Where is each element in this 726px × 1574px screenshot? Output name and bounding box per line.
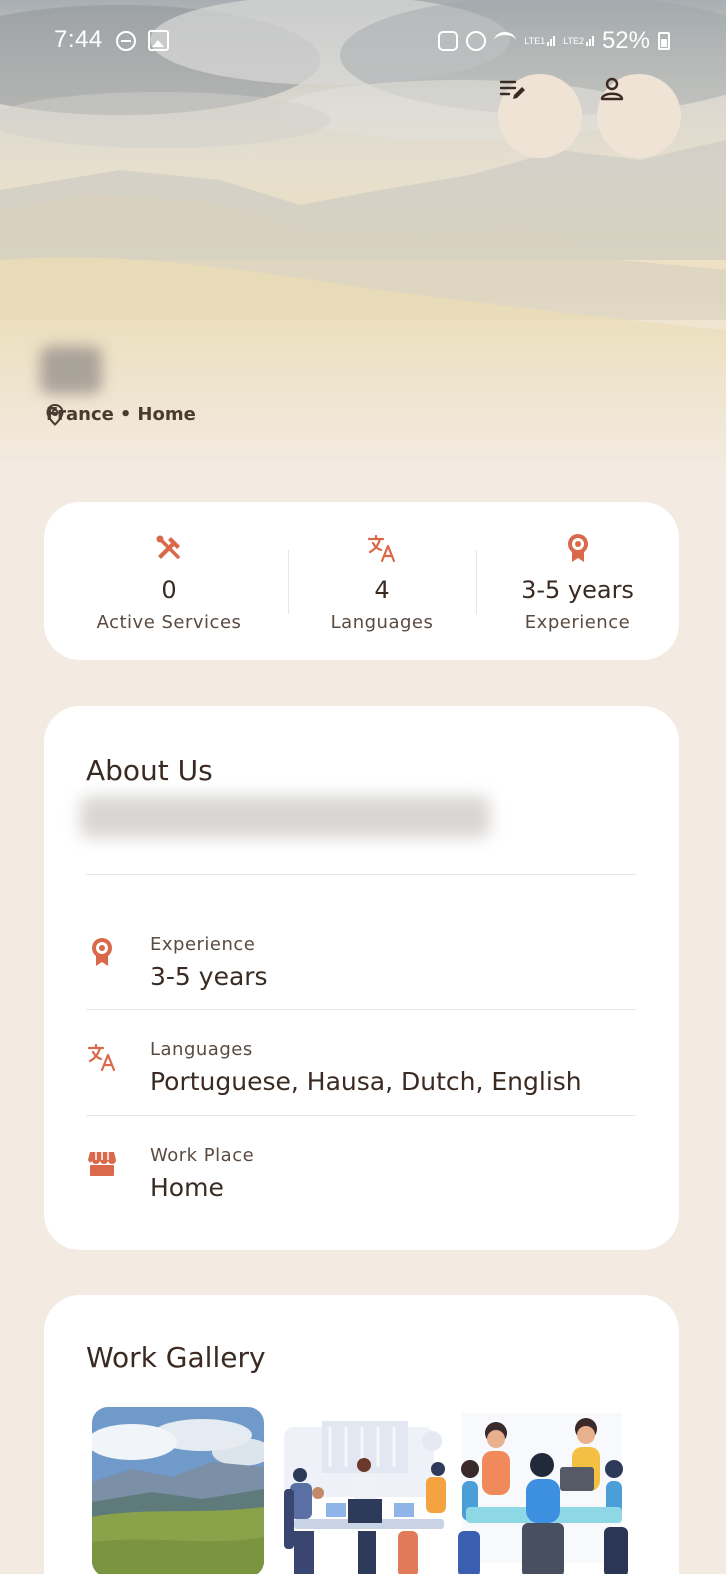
gallery-image-team-table[interactable] [456, 1407, 628, 1574]
info-value: Portuguese, Hausa, Dutch, English [150, 1067, 582, 1096]
map-pin-icon [46, 404, 64, 426]
stat-value: 4 [374, 576, 390, 604]
do-not-disturb-icon [116, 31, 136, 51]
info-label: Languages [150, 1039, 253, 1060]
gallery-title: Work Gallery [86, 1341, 266, 1374]
battery-percent: 52% [601, 27, 650, 54]
about-description-redacted [80, 796, 490, 838]
translate-icon [87, 1043, 116, 1072]
stat-active-services: 0 Active Services [44, 502, 294, 660]
screenshot-icon [438, 31, 459, 51]
alarm-icon [466, 31, 487, 51]
stat-languages: 4 Languages [288, 502, 476, 660]
location-separator: • [119, 404, 132, 425]
divider [86, 874, 636, 875]
office-meeting-illustration [274, 1407, 446, 1574]
award-badge-icon [92, 938, 112, 966]
signal-sim1-icon: LTE1 [524, 36, 556, 46]
edit-profile-button[interactable] [498, 74, 582, 158]
info-value: 3-5 years [150, 962, 268, 991]
stat-label: Languages [330, 612, 434, 633]
profile-cover: 7:44 LTE1 LTE2 52% France • Home [0, 0, 726, 470]
sim2-label: LTE2 [563, 36, 584, 46]
list-edit-icon [499, 80, 525, 99]
wifi-icon [494, 32, 517, 50]
translate-icon [367, 534, 396, 563]
award-badge-icon [567, 534, 588, 562]
location-workplace: Home [137, 404, 196, 425]
divider [86, 1009, 636, 1010]
status-time: 7:44 [54, 26, 103, 53]
stat-experience: 3-5 years Experience [476, 502, 679, 660]
about-card: About Us Experience 3-5 years Languages … [44, 706, 679, 1250]
info-row-work-place: Work Place Home [86, 1129, 636, 1219]
signal-sim2-icon: LTE2 [563, 36, 594, 46]
gallery-image-landscape[interactable] [92, 1407, 264, 1574]
stat-value: 0 [161, 576, 177, 604]
stat-value: 3-5 years [521, 576, 634, 604]
profile-location: France • Home [46, 404, 196, 426]
account-button[interactable] [597, 74, 681, 158]
status-right: LTE1 LTE2 52% [438, 26, 670, 56]
tools-icon [156, 535, 180, 559]
team-table-illustration [456, 1407, 628, 1574]
sim1-label: LTE1 [524, 36, 546, 46]
stat-label: Experience [524, 612, 631, 633]
storefront-icon [88, 1152, 116, 1176]
person-icon [600, 77, 624, 101]
info-row-experience: Experience 3-5 years [86, 918, 636, 1008]
profile-name-redacted [40, 346, 102, 394]
battery-icon [658, 32, 670, 50]
info-label: Experience [150, 934, 256, 955]
info-row-languages: Languages Portuguese, Hausa, Dutch, Engl… [86, 1023, 636, 1113]
stats-card: 0 Active Services 4 Languages 3-5 years … [44, 502, 679, 660]
status-bar: 7:44 LTE1 LTE2 52% [0, 0, 726, 84]
info-value: Home [150, 1173, 224, 1202]
work-gallery-card: Work Gallery [44, 1295, 679, 1574]
stat-label: Active Services [96, 612, 242, 633]
about-title: About Us [86, 754, 213, 787]
info-label: Work Place [150, 1145, 255, 1166]
divider [86, 1115, 636, 1116]
landscape-photo [92, 1407, 264, 1574]
gallery-image-office-meeting[interactable] [274, 1407, 446, 1574]
gallery-notification-icon [148, 30, 169, 51]
